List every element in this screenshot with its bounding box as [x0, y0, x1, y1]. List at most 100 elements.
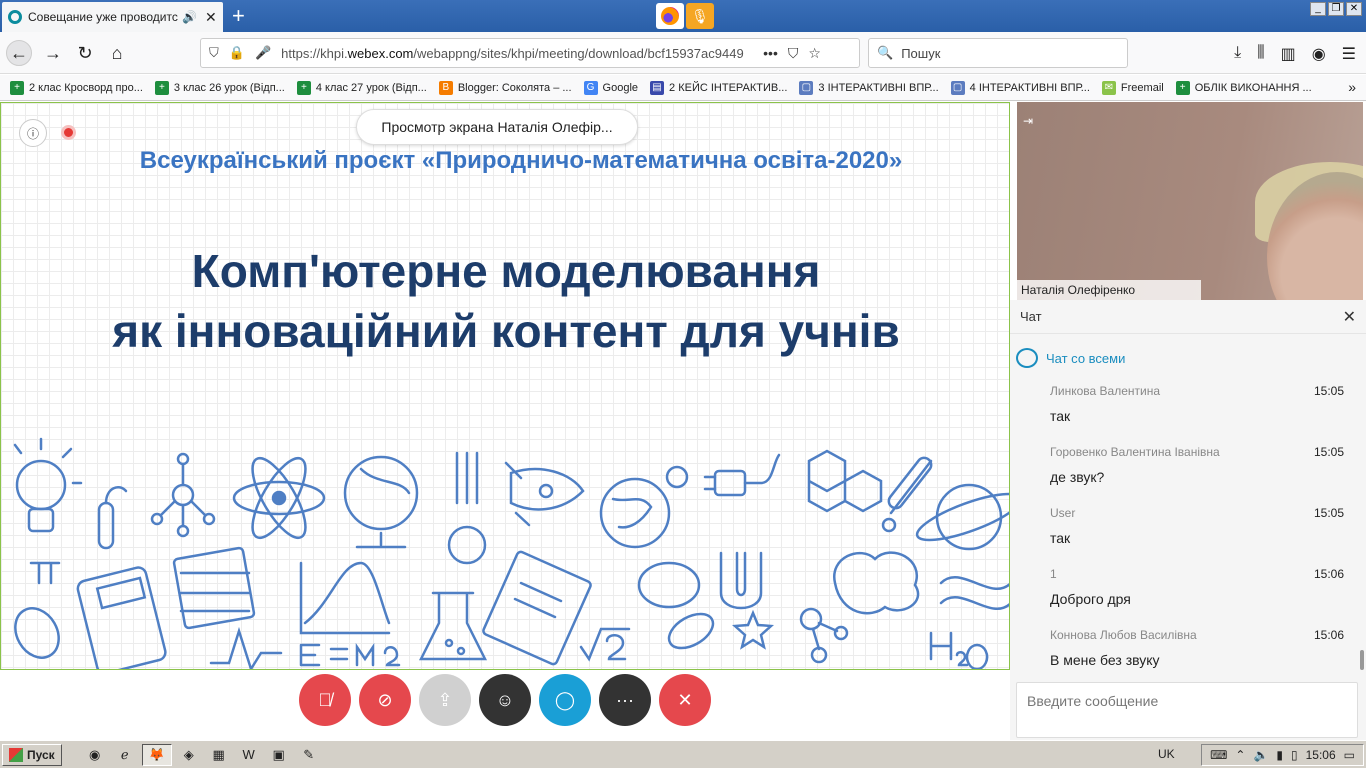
clock[interactable]: 15:06: [1306, 748, 1336, 762]
ecg-icon: [209, 626, 283, 669]
browser-tab[interactable]: Совещание уже проводится... 🔊 ✕: [2, 2, 223, 32]
forward-button[interactable]: →: [40, 40, 66, 66]
microphone-icon[interactable]: 🎙: [686, 3, 714, 29]
bookmark-label: 2 клас Кросворд про...: [29, 81, 143, 94]
bookmark-label: Google: [602, 81, 639, 94]
battery-icon[interactable]: ▯: [1291, 748, 1298, 762]
bookmark-item[interactable]: + ОБЛІК ВИКОНАННЯ ...: [1175, 80, 1312, 95]
video-button[interactable]: ⊘: [359, 674, 411, 726]
app-taskbar-icon[interactable]: ◈: [176, 744, 202, 766]
share-button[interactable]: ⇪: [419, 674, 471, 726]
bookmark-item[interactable]: ▤ 2 КЕЙС ІНТЕРАКТИВ...: [650, 80, 787, 95]
firefox-icon[interactable]: [656, 3, 684, 29]
tool-taskbar-icon[interactable]: ✎: [296, 744, 322, 766]
bookmark-item[interactable]: ▢ 3 ІНТЕРАКТИВНІ ВПР...: [799, 80, 939, 95]
sheets-icon: +: [296, 80, 311, 95]
google-icon: G: [583, 80, 598, 95]
chat-icon: ◯: [554, 689, 576, 710]
share-status-label[interactable]: Просмотр экрана Наталія Олефір...: [356, 109, 638, 145]
leave-meeting-button[interactable]: ✕: [659, 674, 711, 726]
sidebar-icon[interactable]: ▥: [1281, 44, 1296, 64]
network-icon[interactable]: ▮: [1276, 748, 1283, 762]
dna-icon: [939, 576, 1009, 610]
ie-taskbar-icon[interactable]: ℯ: [112, 744, 138, 766]
slide-title-line1: Комп'ютерне моделювання: [191, 245, 821, 297]
chat-message-input[interactable]: Введите сообщение: [1016, 682, 1358, 738]
show-desktop-icon[interactable]: ▭: [1344, 748, 1355, 762]
search-box[interactable]: 🔍 Пошук: [868, 38, 1128, 68]
tray-expand-icon[interactable]: ⌃: [1235, 748, 1245, 762]
minimize-icon[interactable]: _: [1310, 2, 1326, 16]
chat-message-sender: Горовенко Валентина Іванівна: [1050, 445, 1220, 459]
lock-icon[interactable]: 🔒: [229, 45, 245, 61]
word-taskbar-icon[interactable]: W: [236, 744, 262, 766]
start-button[interactable]: Пуск: [2, 743, 62, 766]
formula-emc2: [299, 642, 401, 667]
window-titlebar: Совещание уже проводится... 🔊 ✕ + 🎙 _ ❐ …: [0, 0, 1366, 32]
url-text[interactable]: https://khpi.webex.com/webappng/sites/kh…: [281, 46, 753, 61]
bookmark-item[interactable]: ✉ Freemail: [1101, 80, 1164, 95]
toolbar-right: ⤓ ⫼ ▥ ◉ ☰: [1234, 44, 1356, 64]
address-bar[interactable]: ⛉ 🔒 🎤 https://khpi.webex.com/webappng/si…: [200, 38, 860, 68]
participant-video[interactable]: ⇥ Наталія Олефіренко: [1017, 102, 1363, 300]
chat-messages: Линкова Валентина 15:05 так Горовенко Вален…: [1010, 382, 1366, 672]
planet-icon: [915, 483, 1009, 551]
thermometer-icon: [881, 456, 933, 533]
new-tab-button[interactable]: +: [232, 2, 245, 30]
menu-icon[interactable]: ☰: [1342, 44, 1356, 64]
chat-message-text: Доброго дря: [1050, 591, 1131, 607]
bookmark-item[interactable]: +3 клас 26 урок (Відп...: [154, 80, 285, 95]
participants-button[interactable]: ☺: [479, 674, 531, 726]
restore-icon[interactable]: ❐: [1328, 2, 1344, 16]
language-indicator[interactable]: UK: [1158, 747, 1175, 761]
star-icon: [731, 609, 775, 650]
chat-recipient-selector[interactable]: Чат со всеми: [1010, 334, 1366, 382]
mute-button[interactable]: 🎙̸: [299, 674, 351, 726]
more-options-button[interactable]: ···: [599, 674, 651, 726]
microphone-permission-icon[interactable]: 🎤: [255, 45, 271, 61]
close-window-icon[interactable]: ✕: [1346, 2, 1362, 16]
close-chat-icon[interactable]: ✕: [1343, 307, 1356, 327]
chat-message: User 15:05 так: [1010, 504, 1366, 565]
chat-button[interactable]: ◯: [539, 674, 591, 726]
bacteria-icon: [637, 561, 715, 650]
info-icon[interactable]: ⓘ: [19, 119, 47, 147]
keyboard-icon[interactable]: ⌨: [1210, 748, 1227, 762]
reload-button[interactable]: ↻: [72, 40, 98, 66]
pocket-icon[interactable]: ⛉: [788, 45, 799, 62]
bookmark-item[interactable]: G Google: [583, 80, 639, 95]
chat-message-sender: User: [1050, 506, 1076, 520]
close-tab-icon[interactable]: ✕: [205, 9, 217, 26]
cells-icon: [799, 607, 849, 664]
calculator-taskbar-icon[interactable]: ▦: [206, 744, 232, 766]
window-taskbar-icon[interactable]: ▣: [266, 744, 292, 766]
speaker-icon[interactable]: 🔊: [182, 10, 197, 24]
microphone-muted-icon: 🎙̸: [318, 689, 332, 710]
chrome-taskbar-icon[interactable]: ◉: [82, 744, 108, 766]
shield-icon[interactable]: ⛉: [209, 45, 219, 61]
chat-header: Чат ✕: [1010, 300, 1366, 334]
close-icon: ✕: [677, 689, 693, 710]
home-button[interactable]: ⌂: [104, 40, 130, 66]
bookmark-star-icon[interactable]: ☆: [808, 45, 821, 62]
firefox-taskbar-icon[interactable]: 🦊: [141, 743, 172, 766]
volume-icon[interactable]: 🔈: [1253, 748, 1268, 762]
hexagon-molecule-icon: [807, 449, 883, 513]
chat-panel: Чат ✕ Чат со всеми Линкова Валентина 15:0…: [1010, 300, 1366, 740]
page-actions-icon[interactable]: •••: [763, 45, 778, 61]
download-icon[interactable]: ⤓: [1234, 44, 1241, 64]
bookmarks-overflow-icon[interactable]: »: [1348, 79, 1356, 95]
bookmark-item[interactable]: B Blogger: Соколята – ...: [438, 80, 572, 95]
more-icon: ···: [616, 689, 634, 710]
chat-scrollbar[interactable]: [1360, 650, 1364, 670]
back-button[interactable]: ←: [6, 40, 32, 66]
bookmark-item[interactable]: +4 клас 27 урок (Відп...: [296, 80, 427, 95]
collapse-video-icon[interactable]: ⇥: [1023, 114, 1033, 128]
bookmark-item[interactable]: +2 клас Кросворд про...: [10, 80, 143, 95]
sqrt-icon: [579, 627, 631, 662]
bookmark-item[interactable]: ▢ 4 ІНТЕРАКТИВНІ ВПР...: [950, 80, 1090, 95]
library-icon[interactable]: ⫼: [1257, 44, 1264, 64]
lemon-icon: [14, 607, 60, 659]
account-icon[interactable]: ◉: [1312, 44, 1326, 64]
chat-message-time: 15:06: [1313, 628, 1344, 642]
